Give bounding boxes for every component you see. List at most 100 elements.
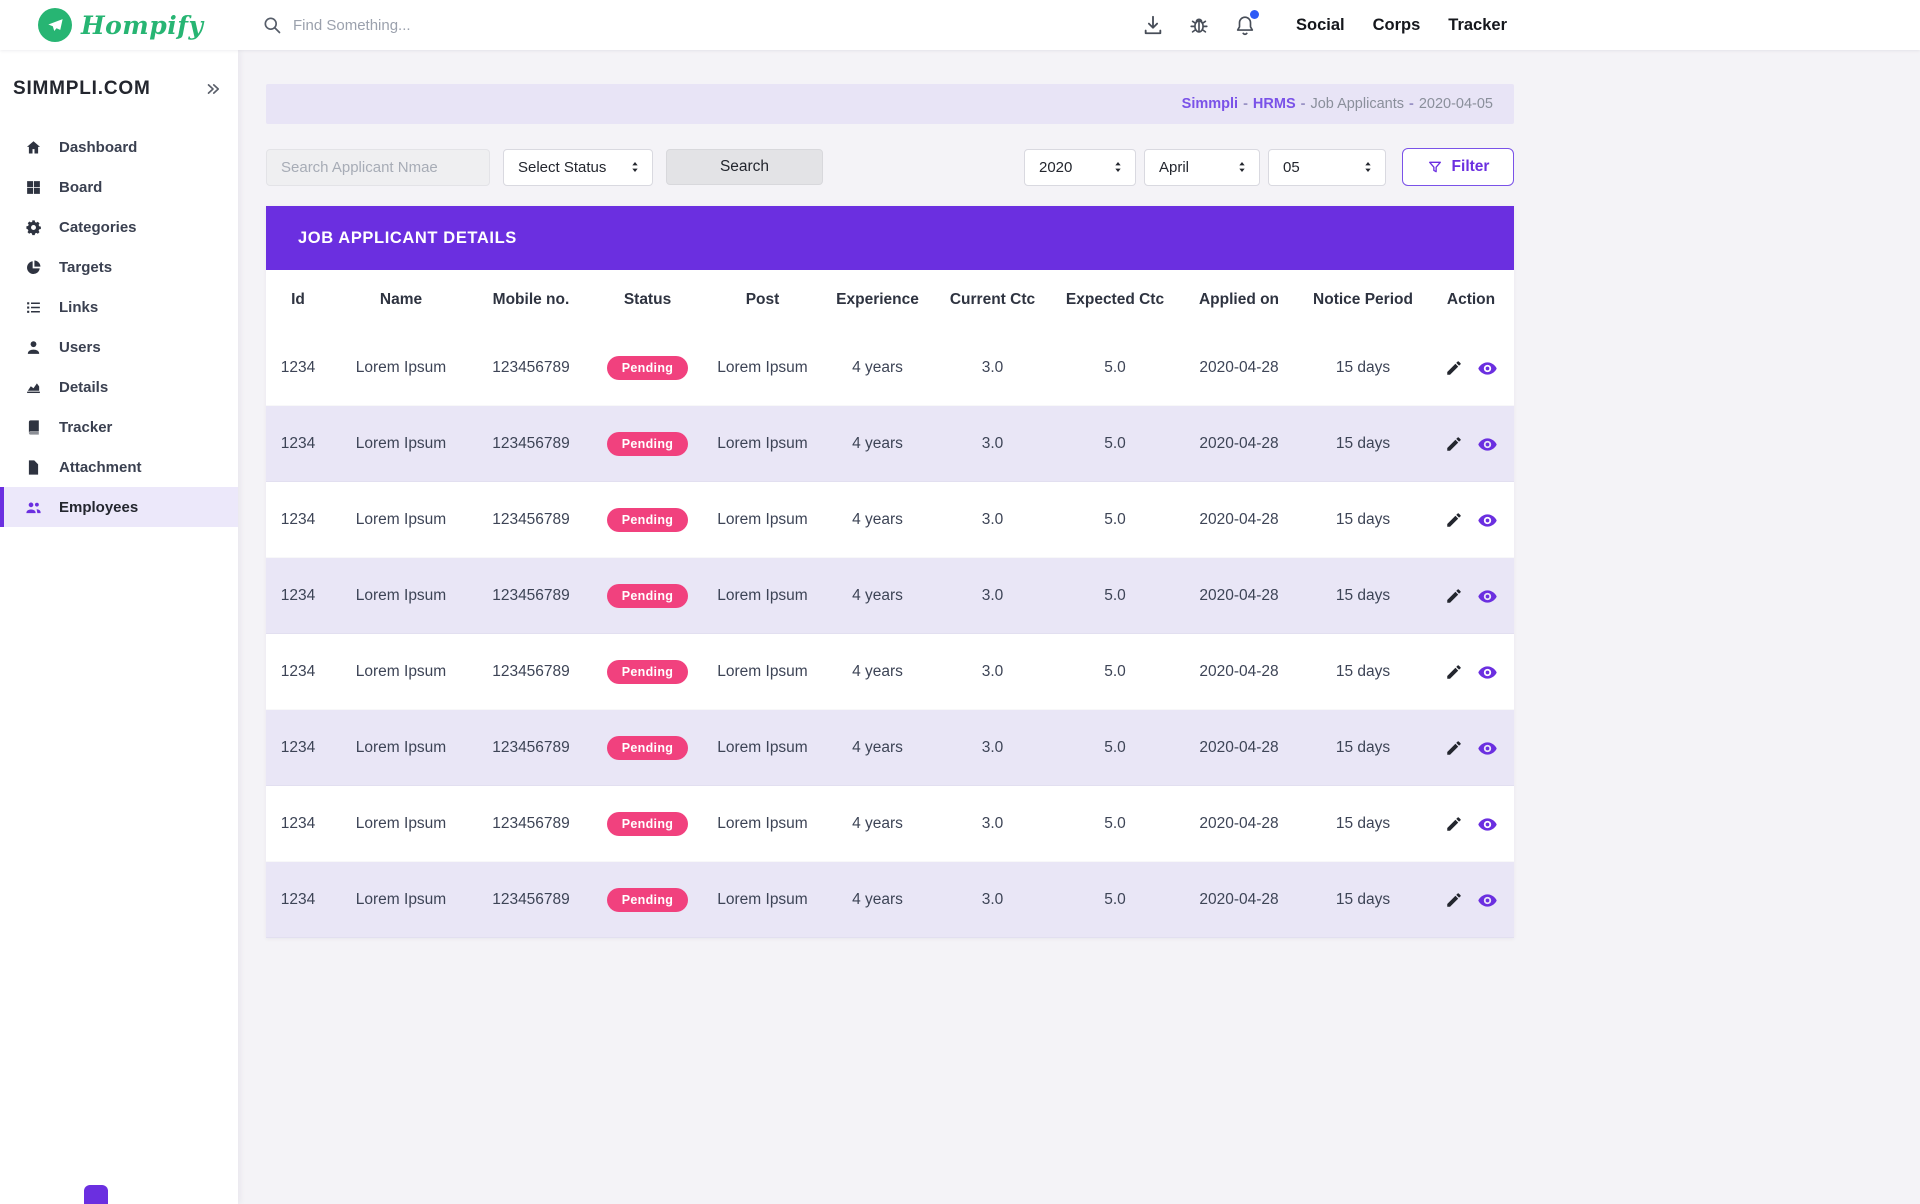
cell-post: Lorem Ipsum <box>705 330 820 406</box>
cell-expected-ctc: 5.0 <box>1050 406 1180 482</box>
edit-icon[interactable] <box>1445 511 1463 529</box>
cell-status: Pending <box>590 330 705 406</box>
bar-chart-icon <box>25 379 42 396</box>
search-icon <box>262 15 282 35</box>
column-header-status: Status <box>590 270 705 330</box>
sidebar-item-details[interactable]: Details <box>0 367 238 407</box>
view-icon[interactable] <box>1477 890 1498 911</box>
search-button[interactable]: Search <box>666 149 823 185</box>
nav-corps[interactable]: Corps <box>1373 16 1421 35</box>
bug-icon[interactable] <box>1188 14 1210 36</box>
cell-mobile: 123456789 <box>472 330 590 406</box>
applicants-table: IdNameMobile no.StatusPostExperienceCurr… <box>266 270 1514 938</box>
table-header-row: IdNameMobile no.StatusPostExperienceCurr… <box>266 270 1514 330</box>
cell-experience: 4 years <box>820 862 935 938</box>
status-badge: Pending <box>607 584 688 608</box>
table-row: 1234Lorem Ipsum123456789PendingLorem Ips… <box>266 330 1514 406</box>
table-row: 1234Lorem Ipsum123456789PendingLorem Ips… <box>266 482 1514 558</box>
breadcrumb-simmpli[interactable]: Simmpli <box>1182 96 1238 112</box>
sidebar-item-attachment[interactable]: Attachment <box>0 447 238 487</box>
view-icon[interactable] <box>1477 586 1498 607</box>
cell-action <box>1428 634 1514 710</box>
edit-icon[interactable] <box>1445 663 1463 681</box>
edit-icon[interactable] <box>1445 587 1463 605</box>
cell-current-ctc: 3.0 <box>935 330 1050 406</box>
cell-experience: 4 years <box>820 482 935 558</box>
column-header-mobile-no: Mobile no. <box>472 270 590 330</box>
day-select-value: 05 <box>1283 159 1300 176</box>
cell-experience: 4 years <box>820 330 935 406</box>
double-chevron-icon[interactable] <box>204 80 222 98</box>
sidebar-item-links[interactable]: Links <box>0 287 238 327</box>
day-select[interactable]: 05 <box>1268 149 1386 186</box>
filter-button[interactable]: Filter <box>1402 148 1514 186</box>
download-icon[interactable] <box>1142 14 1164 36</box>
sidebar-item-categories[interactable]: Categories <box>0 207 238 247</box>
view-icon[interactable] <box>1477 738 1498 759</box>
cell-current-ctc: 3.0 <box>935 786 1050 862</box>
nav-tracker[interactable]: Tracker <box>1448 16 1507 35</box>
top-nav: Social Corps Tracker <box>1296 16 1507 35</box>
sidebar-item-dashboard[interactable]: Dashboard <box>0 127 238 167</box>
filter-button-label: Filter <box>1452 158 1490 176</box>
people-icon <box>25 499 42 516</box>
edit-icon[interactable] <box>1445 891 1463 909</box>
cell-post: Lorem Ipsum <box>705 634 820 710</box>
sidebar-item-employees[interactable]: Employees <box>0 487 238 527</box>
year-select[interactable]: 2020 <box>1024 149 1136 186</box>
status-badge: Pending <box>607 736 688 760</box>
file-icon <box>25 459 42 476</box>
notification-dot <box>1250 10 1259 19</box>
bell-icon[interactable] <box>1234 14 1256 36</box>
view-icon[interactable] <box>1477 510 1498 531</box>
cell-status: Pending <box>590 862 705 938</box>
applicant-table-body: 1234Lorem Ipsum123456789PendingLorem Ips… <box>266 330 1514 938</box>
table-row: 1234Lorem Ipsum123456789PendingLorem Ips… <box>266 786 1514 862</box>
cell-post: Lorem Ipsum <box>705 558 820 634</box>
applicant-search-input[interactable] <box>266 149 490 186</box>
sidebar-item-users[interactable]: Users <box>0 327 238 367</box>
cell-id: 1234 <box>266 786 330 862</box>
cell-applied-on: 2020-04-28 <box>1180 862 1298 938</box>
sidebar-item-tracker[interactable]: Tracker <box>0 407 238 447</box>
cell-experience: 4 years <box>820 786 935 862</box>
global-search-input[interactable] <box>293 17 573 34</box>
view-icon[interactable] <box>1477 662 1498 683</box>
view-icon[interactable] <box>1477 358 1498 379</box>
sidebar-item-label: Tracker <box>59 419 112 436</box>
status-select[interactable]: Select Status <box>503 149 653 186</box>
cell-notice-period: 15 days <box>1298 862 1428 938</box>
cell-id: 1234 <box>266 482 330 558</box>
column-header-notice-period: Notice Period <box>1298 270 1428 330</box>
table-row: 1234Lorem Ipsum123456789PendingLorem Ips… <box>266 862 1514 938</box>
edit-icon[interactable] <box>1445 815 1463 833</box>
select-arrows-icon <box>1360 159 1376 175</box>
cell-mobile: 123456789 <box>472 710 590 786</box>
cell-id: 1234 <box>266 862 330 938</box>
sidebar-item-targets[interactable]: Targets <box>0 247 238 287</box>
edit-icon[interactable] <box>1445 435 1463 453</box>
month-select[interactable]: April <box>1144 149 1260 186</box>
sidebar-item-label: Links <box>59 299 98 316</box>
table-row: 1234Lorem Ipsum123456789PendingLorem Ips… <box>266 634 1514 710</box>
sidebar-item-label: Dashboard <box>59 139 137 156</box>
cell-name: Lorem Ipsum <box>330 406 472 482</box>
cell-mobile: 123456789 <box>472 862 590 938</box>
cell-notice-period: 15 days <box>1298 634 1428 710</box>
breadcrumb-hrms[interactable]: HRMS <box>1253 96 1296 112</box>
cell-post: Lorem Ipsum <box>705 786 820 862</box>
sidebar-item-label: Attachment <box>59 459 142 476</box>
breadcrumb-job-applicants: Job Applicants <box>1310 96 1404 112</box>
view-icon[interactable] <box>1477 434 1498 455</box>
status-badge: Pending <box>607 432 688 456</box>
cell-applied-on: 2020-04-28 <box>1180 558 1298 634</box>
floating-button[interactable] <box>84 1185 108 1204</box>
sidebar-item-board[interactable]: Board <box>0 167 238 207</box>
view-icon[interactable] <box>1477 814 1498 835</box>
sidebar-title: SIMMPLI.COM <box>13 78 151 100</box>
edit-icon[interactable] <box>1445 739 1463 757</box>
edit-icon[interactable] <box>1445 359 1463 377</box>
logo[interactable]: Hompify <box>0 8 238 42</box>
cell-id: 1234 <box>266 634 330 710</box>
nav-social[interactable]: Social <box>1296 16 1345 35</box>
